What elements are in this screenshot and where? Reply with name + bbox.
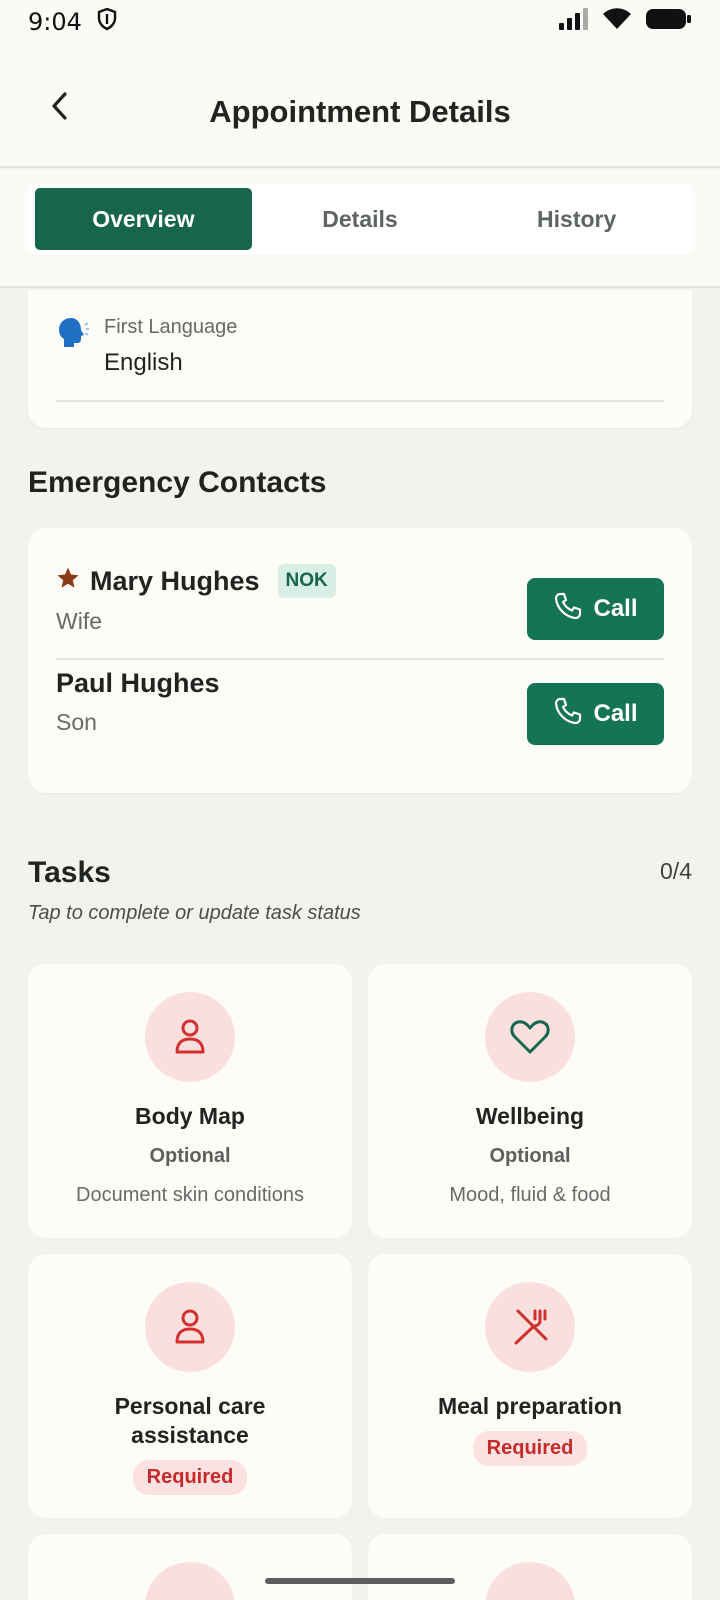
- nok-badge: NOK: [277, 564, 336, 598]
- language-label: First Language: [104, 316, 238, 338]
- divider: [56, 400, 664, 402]
- contact-name: Mary Hughes: [90, 565, 260, 596]
- language-row: First Language English: [56, 316, 237, 377]
- call-label: Call: [593, 700, 638, 727]
- tasks-title: Tasks: [28, 856, 111, 889]
- tab-details[interactable]: Details: [252, 188, 469, 250]
- task-card-partial[interactable]: [28, 1534, 352, 1600]
- emergency-contacts-title: Emergency Contacts: [28, 466, 327, 499]
- status-bar: 9:04: [0, 0, 720, 44]
- home-indicator[interactable]: [265, 1578, 455, 1584]
- app-header: Appointment Details: [0, 44, 720, 168]
- language-card: First Language English: [28, 290, 692, 428]
- task-status: Optional: [149, 1145, 231, 1167]
- call-label: Call: [593, 595, 638, 622]
- star-icon: [56, 566, 80, 597]
- heart-icon: [485, 992, 575, 1082]
- speaking-head-icon: [56, 316, 90, 377]
- tasks-count: 0/4: [660, 858, 692, 884]
- divider: [56, 658, 664, 660]
- page-title: Appointment Details: [209, 94, 511, 129]
- task-title: Wellbeing: [475, 1103, 585, 1129]
- fork-knife-icon: [485, 1282, 575, 1372]
- task-card-meal-preparation[interactable]: Meal preparation Required: [368, 1254, 692, 1518]
- task-icon: [485, 1562, 575, 1600]
- tasks-subtitle: Tap to complete or update task status: [28, 902, 361, 924]
- task-status: Optional: [489, 1145, 571, 1167]
- task-card-personal-care[interactable]: Personal care assistance Required: [28, 1254, 352, 1518]
- task-title: Meal preparation: [437, 1393, 623, 1419]
- tab-overview[interactable]: Overview: [35, 188, 252, 250]
- task-description: Mood, fluid & food: [449, 1184, 611, 1206]
- call-button[interactable]: Call: [527, 578, 664, 640]
- task-description: Document skin conditions: [76, 1184, 304, 1206]
- task-card-wellbeing[interactable]: Wellbeing Optional Mood, fluid & food: [368, 964, 692, 1238]
- shield-icon: [96, 7, 118, 38]
- tab-history[interactable]: History: [468, 188, 685, 250]
- task-card-partial[interactable]: [368, 1534, 692, 1600]
- task-title: Personal care assistance: [114, 1393, 266, 1448]
- emergency-contacts-card: Mary Hughes NOK Wife Call Paul Hughes So…: [28, 528, 692, 793]
- language-value: English: [104, 349, 183, 376]
- person-icon: [145, 992, 235, 1082]
- task-status-badge: Required: [132, 1460, 248, 1495]
- phone-icon: [553, 591, 583, 628]
- tab-list: Overview Details History: [28, 184, 692, 254]
- clock: 9:04: [28, 8, 82, 36]
- call-button[interactable]: Call: [527, 683, 664, 745]
- tabs-bar: Overview Details History: [0, 170, 720, 288]
- task-title: Body Map: [135, 1103, 245, 1129]
- contact-name: Paul Hughes: [56, 668, 220, 698]
- phone-icon: [553, 696, 583, 733]
- task-icon: [145, 1562, 235, 1600]
- task-status-badge: Required: [472, 1431, 588, 1466]
- task-card-body-map[interactable]: Body Map Optional Document skin conditio…: [28, 964, 352, 1238]
- signal-icon: [558, 7, 588, 37]
- battery-icon: [646, 8, 692, 37]
- person-icon: [145, 1282, 235, 1372]
- wifi-icon: [602, 7, 632, 37]
